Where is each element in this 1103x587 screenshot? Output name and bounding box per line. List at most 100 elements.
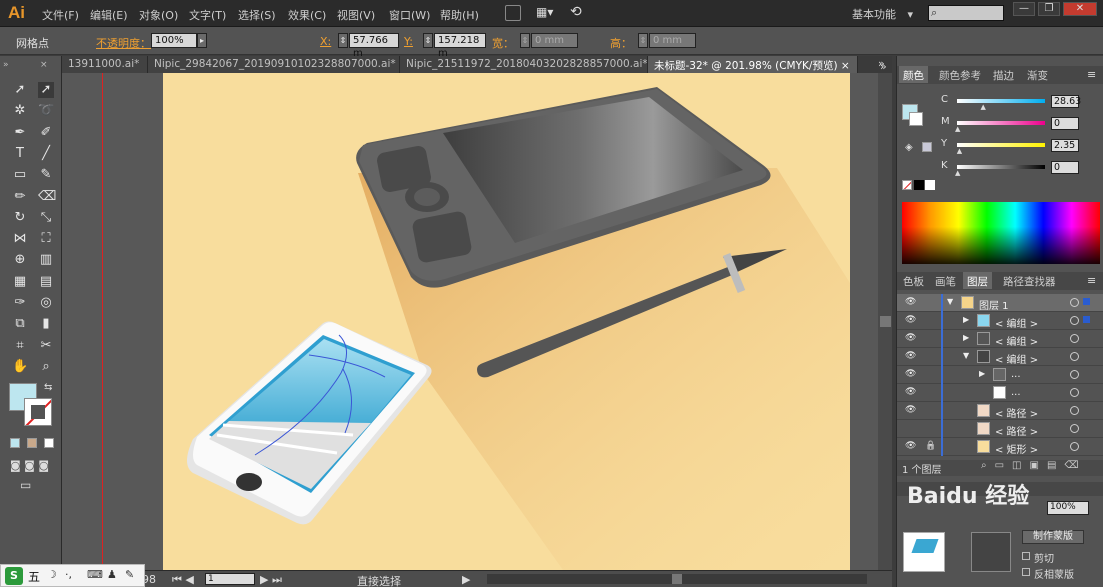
layer-row[interactable]: 👁... <box>897 384 1103 402</box>
gradient-icon[interactable]: ▤ <box>38 274 54 290</box>
layer-row[interactable]: 👁 ▼ < 编组 > <box>897 348 1103 366</box>
magic-wand-icon[interactable]: ✲ <box>12 103 28 119</box>
tab-layers[interactable]: 图层 <box>963 272 992 289</box>
panel-collapse-icon[interactable]: » <box>880 60 887 73</box>
mask-preview[interactable] <box>971 532 1011 572</box>
visibility-eye-icon[interactable] <box>905 423 917 433</box>
tab-color-guide[interactable]: 颜色参考 <box>935 66 985 83</box>
skin-icon[interactable]: ♟ <box>107 568 117 581</box>
pencil-icon[interactable]: ✏ <box>12 189 28 205</box>
tab-swatches[interactable]: 色板 <box>899 272 928 289</box>
search-input[interactable] <box>928 5 1004 21</box>
color-slider[interactable] <box>957 143 1045 147</box>
tab-document-1[interactable]: 13911000.ai* <box>62 56 148 73</box>
x-stepper[interactable]: ⇕ <box>338 33 348 48</box>
free-transform-icon[interactable]: ⛶ <box>38 231 54 247</box>
tab-brushes[interactable]: 画笔 <box>931 272 960 289</box>
swap-fill-stroke-icon[interactable]: ⇆ <box>44 382 52 393</box>
punctuation-icon[interactable]: ·, <box>65 568 72 581</box>
panel-menu-icon[interactable]: ≡ <box>1087 68 1096 81</box>
layer-row[interactable]: 👁 🔒 < 矩形 > <box>897 438 1103 456</box>
artboard[interactable] <box>163 73 850 570</box>
color-value-field[interactable]: 2.35 <box>1051 139 1079 152</box>
layer-row[interactable]: 👁 ▼ 图层 1 <box>897 294 1103 312</box>
panel-menu-icon[interactable]: ≡ <box>1087 274 1096 287</box>
screen-mode-icon[interactable]: ▭ <box>20 478 31 492</box>
moon-icon[interactable]: ☽ <box>47 568 57 581</box>
lasso-icon[interactable]: ➰ <box>38 103 54 119</box>
menu-item[interactable]: 选择(S) <box>238 7 276 23</box>
selection-indicator[interactable] <box>1083 298 1090 305</box>
layer-row[interactable]: 👁 ▶ < 编组 > <box>897 330 1103 348</box>
workspace-switcher[interactable]: 基本功能 ▾ <box>852 6 913 22</box>
color-slider[interactable] <box>957 99 1045 103</box>
layer-row[interactable]: 👁 ▶ < 编组 > <box>897 312 1103 330</box>
tab-color[interactable]: 颜色 <box>899 66 928 83</box>
layer-row[interactable]: 👁 < 路径 > <box>897 402 1103 420</box>
collapse-icon[interactable]: » <box>3 60 9 70</box>
eraser-icon[interactable]: ⌫ <box>38 189 56 205</box>
target-circle-icon[interactable] <box>1070 442 1079 451</box>
menu-item[interactable]: 帮助(H) <box>440 7 479 23</box>
black-swatch[interactable] <box>914 180 924 190</box>
first-page-icon[interactable]: ⏮ ◀ <box>172 573 194 587</box>
curvature-icon[interactable]: ✐ <box>38 125 54 141</box>
menu-item[interactable]: 对象(O) <box>139 7 178 23</box>
out-of-gamut-icon[interactable]: ◈ <box>905 142 913 153</box>
eyedropper-icon[interactable]: ✑ <box>12 295 28 311</box>
lock-icon[interactable]: 🔒 <box>925 441 936 451</box>
artboard-number-field[interactable]: 1 <box>205 573 255 585</box>
target-circle-icon[interactable] <box>1070 334 1079 343</box>
zoom-icon[interactable]: ⌕ <box>38 359 54 375</box>
width-icon[interactable]: ⋈ <box>12 231 28 247</box>
rectangle-icon[interactable]: ▭ <box>12 167 28 183</box>
width-field[interactable]: 0 mm <box>531 33 578 48</box>
target-circle-icon[interactable] <box>1070 406 1079 415</box>
close-button[interactable]: ✕ <box>1063 2 1097 16</box>
ime-mode[interactable]: 五 <box>28 568 40 585</box>
menu-item[interactable]: 文字(T) <box>189 7 226 23</box>
menu-item[interactable]: 窗口(W) <box>389 7 430 23</box>
white-swatch[interactable] <box>925 180 935 190</box>
scroll-thumb[interactable] <box>880 316 891 327</box>
draw-mode-icon[interactable]: ◙ ◙ ◙ <box>10 459 49 472</box>
menu-item[interactable]: 效果(C) <box>288 7 326 23</box>
tab-pathfinder[interactable]: 路径查找器 <box>999 272 1060 289</box>
opacity-dropdown-button[interactable]: ▸ <box>197 33 207 48</box>
paintbrush-icon[interactable]: ✎ <box>38 167 54 183</box>
slider-thumb[interactable]: ▲ <box>955 125 960 133</box>
bridge-icon[interactable] <box>505 5 521 21</box>
visibility-eye-icon[interactable]: 👁 <box>905 405 917 415</box>
tab-document-2[interactable]: Nipic_29842067_20190910102328807000.ai* … <box>148 56 400 73</box>
artboard-icon[interactable]: ⌗ <box>12 338 28 354</box>
hand-icon[interactable]: ✋ <box>12 359 28 375</box>
target-circle-icon[interactable] <box>1070 316 1079 325</box>
direct-selection-icon[interactable]: ➚ <box>38 82 54 98</box>
opacity-label[interactable]: 不透明度： <box>96 35 151 51</box>
make-mask-button[interactable]: 制作蒙版 <box>1022 530 1084 544</box>
keyboard-icon[interactable]: ⌨ <box>87 568 103 581</box>
line-icon[interactable]: ╱ <box>38 146 54 162</box>
color-mode-icon[interactable] <box>10 438 20 448</box>
visibility-eye-icon[interactable]: 👁 <box>905 315 917 325</box>
ime-logo-icon[interactable]: S <box>5 567 23 585</box>
target-circle-icon[interactable] <box>1070 388 1079 397</box>
expand-arrow-icon[interactable]: ▼ <box>947 297 953 306</box>
menu-item[interactable]: 编辑(E) <box>90 7 128 23</box>
web-safe-swatch[interactable] <box>922 142 932 152</box>
graph-icon[interactable]: ▮ <box>38 316 54 332</box>
h-scroll-thumb[interactable] <box>672 574 682 584</box>
blend-icon[interactable]: ◎ <box>38 295 54 311</box>
visibility-eye-icon[interactable]: 👁 <box>905 369 917 379</box>
sync-icon[interactable]: ⟲ <box>570 4 582 20</box>
selection-indicator[interactable] <box>1083 316 1090 323</box>
expand-arrow-icon[interactable]: ▶ <box>963 333 969 342</box>
tab-stroke[interactable]: 描边 <box>989 66 1018 83</box>
clip-checkbox[interactable] <box>1022 552 1030 560</box>
menu-item[interactable]: 视图(V) <box>337 7 375 23</box>
settings-icon[interactable]: ✎ <box>125 568 134 581</box>
transparency-opacity-field[interactable]: 100% <box>1047 501 1089 515</box>
slider-thumb[interactable]: ▲ <box>955 169 960 177</box>
minimize-button[interactable]: — <box>1013 2 1035 16</box>
layer-actions[interactable]: ⌕▭◫▣▤⌫ <box>981 460 1087 471</box>
